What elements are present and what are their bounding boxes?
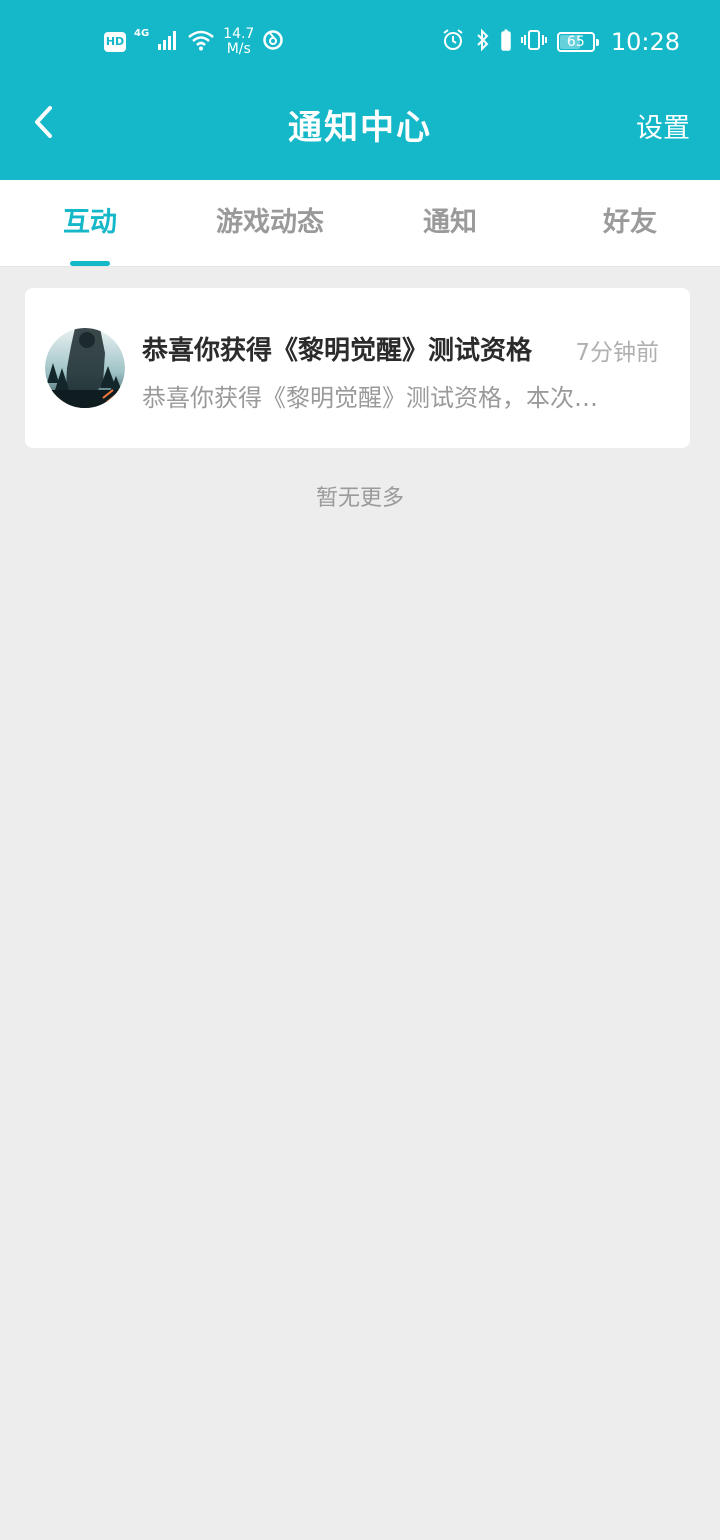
tab-label: 好友 bbox=[603, 207, 657, 238]
network-type: 4G bbox=[134, 28, 150, 39]
battery-indicator: 65 bbox=[556, 32, 599, 52]
netease-app-icon bbox=[262, 29, 284, 55]
bluetooth-icon bbox=[475, 28, 491, 56]
hd-badge: HD bbox=[104, 32, 126, 52]
tab-friends[interactable]: 好友 bbox=[540, 180, 720, 266]
status-bar-right: 65 10:28 bbox=[441, 24, 680, 60]
tab-game-news[interactable]: 游戏动态 bbox=[180, 180, 360, 266]
tab-bar: 互动 游戏动态 通知 好友 bbox=[0, 180, 720, 267]
speed-unit: M/s bbox=[226, 41, 251, 57]
notification-summary: 恭喜你获得《黎明觉醒》测试资格，本次… bbox=[142, 384, 598, 412]
notification-card[interactable]: 恭喜你获得《黎明觉醒》测试资格 7分钟前 恭喜你获得《黎明觉醒》测试资格，本次… bbox=[25, 288, 690, 448]
network-speed: 14.7 M/s bbox=[223, 27, 254, 57]
settings-button[interactable]: 设置 bbox=[636, 106, 690, 145]
bluetooth-battery-icon bbox=[501, 29, 511, 55]
tab-label: 互动 bbox=[63, 207, 117, 238]
speed-value: 14.7 bbox=[223, 26, 255, 42]
tab-label: 游戏动态 bbox=[216, 207, 324, 238]
clock: 10:28 bbox=[610, 28, 680, 56]
status-bar-left: HD 4G 14.7 M/s bbox=[104, 24, 284, 60]
app-header: HD 4G 14.7 M/s 65 10:28 通知中心 设置 bbox=[0, 0, 720, 180]
tab-notifications[interactable]: 通知 bbox=[360, 180, 540, 266]
wifi-icon bbox=[187, 29, 215, 55]
notification-title: 恭喜你获得《黎明觉醒》测试资格 bbox=[142, 336, 533, 366]
notification-time: 7分钟前 bbox=[575, 340, 659, 366]
cell-signal-icon bbox=[157, 29, 179, 55]
tab-interaction[interactable]: 互动 bbox=[0, 180, 180, 266]
tab-label: 通知 bbox=[423, 207, 477, 238]
alarm-icon bbox=[441, 28, 465, 56]
battery-level: 65 bbox=[566, 34, 585, 50]
no-more-text: 暂无更多 bbox=[315, 486, 404, 511]
active-tab-indicator bbox=[70, 261, 110, 266]
title-bar: 通知中心 设置 bbox=[0, 84, 720, 180]
status-bar: HD 4G 14.7 M/s 65 10:28 bbox=[0, 0, 720, 84]
vibrate-icon bbox=[520, 28, 547, 56]
avatar[interactable] bbox=[45, 328, 125, 408]
page-title: 通知中心 bbox=[288, 108, 432, 148]
